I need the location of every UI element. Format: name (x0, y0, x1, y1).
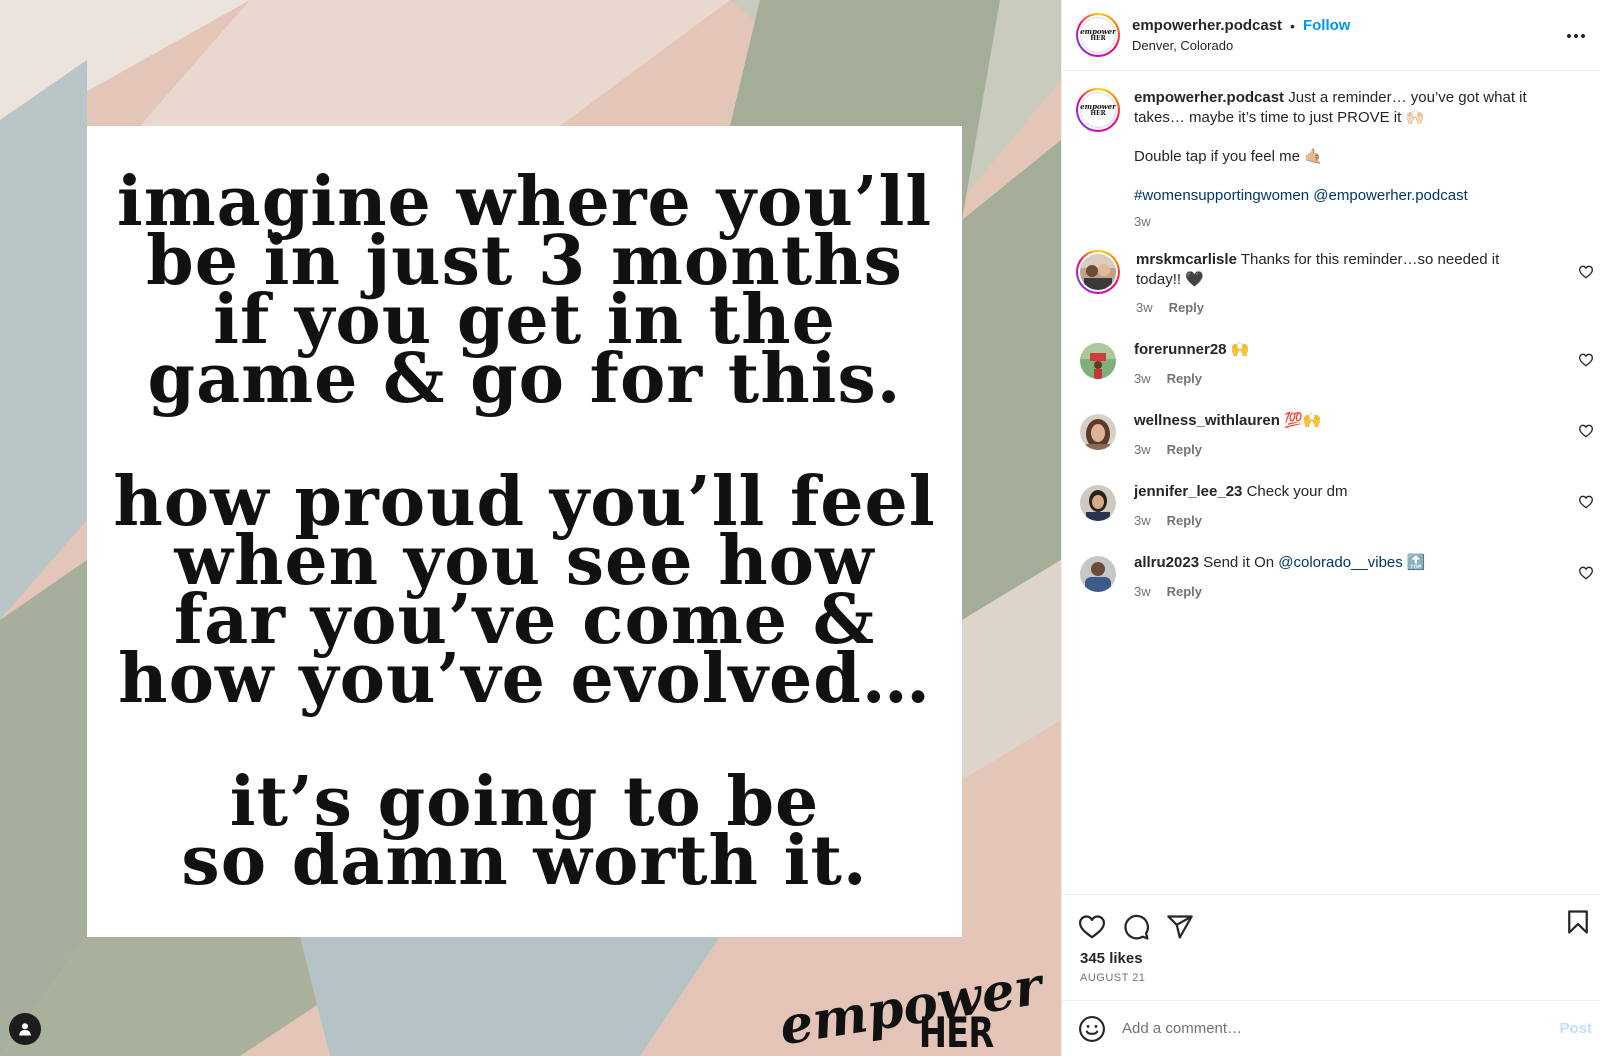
brand-logo-word: HER (918, 1008, 993, 1056)
emoji-icon[interactable] (1078, 1015, 1106, 1043)
quote-line: game & go for this. (147, 338, 902, 419)
timestamp[interactable]: 3w (1134, 212, 1151, 232)
quote-stanza: how proud you’ll feel when you see how f… (113, 468, 935, 719)
comment-text: Send it On (1203, 554, 1275, 571)
post-date[interactable]: AUGUST 21 (1062, 972, 1600, 984)
like-comment-icon[interactable] (1578, 423, 1594, 439)
avatar[interactable] (1080, 343, 1116, 379)
post-caption: empower HER empowerher.podcast Just a re… (1062, 72, 1600, 232)
comment-username[interactable]: jennifer_lee_23 (1134, 483, 1242, 500)
avatar-logo-text: empower (1080, 27, 1116, 36)
comment-text: Check your dm (1246, 483, 1348, 500)
comment-time[interactable]: 3w (1134, 511, 1151, 531)
comment-input[interactable] (1122, 1020, 1532, 1037)
avatar-photo (1080, 414, 1116, 450)
like-comment-icon[interactable] (1578, 264, 1594, 280)
likes-count[interactable]: 345 likes (1062, 950, 1600, 967)
mention-link[interactable]: @empowerher.podcast (1313, 187, 1467, 204)
like-comment-icon[interactable] (1578, 352, 1594, 368)
comment-item: mrskmcarlisle Thanks for this reminder…s… (1062, 250, 1600, 318)
reply-button[interactable]: Reply (1167, 511, 1202, 531)
more-options-icon (1567, 34, 1585, 38)
caption-text: Double tap if you feel me 🤙🏼 (1134, 148, 1323, 165)
caption-username[interactable]: empowerher.podcast (1134, 89, 1284, 106)
comment-username[interactable]: wellness_withlauren (1134, 412, 1280, 429)
heart-icon[interactable] (1078, 913, 1106, 941)
bookmark-icon[interactable] (1564, 908, 1592, 936)
more-options-button[interactable] (1564, 24, 1588, 48)
quote-line: so damn worth it. (181, 820, 868, 901)
share-icon[interactable] (1166, 913, 1194, 941)
comment-username[interactable]: mrskmcarlisle (1136, 251, 1237, 268)
quote-card: imagine where you’ll be in just 3 months… (87, 126, 962, 937)
location-link[interactable]: Denver, Colorado (1132, 38, 1350, 53)
avatar[interactable] (1080, 556, 1116, 592)
like-comment-icon[interactable] (1578, 565, 1594, 581)
avatar-photo (1080, 556, 1116, 592)
reply-button[interactable]: Reply (1167, 369, 1202, 389)
mention-link[interactable]: @colorado__vibes (1278, 554, 1402, 571)
post-comment-button[interactable]: Post (1559, 1020, 1592, 1037)
avatar[interactable] (1080, 414, 1116, 450)
like-comment-icon[interactable] (1578, 494, 1594, 510)
comments-list[interactable]: empower HER empowerher.podcast Just a re… (1062, 72, 1600, 894)
tagged-users-button[interactable] (9, 1013, 41, 1045)
add-comment-bar: Post (1062, 1000, 1600, 1056)
hashtag-link[interactable]: #womensupportingwomen (1134, 187, 1309, 204)
follow-button[interactable]: Follow (1303, 17, 1351, 34)
separator-dot: • (1290, 17, 1295, 34)
post-actions: 345 likes AUGUST 21 (1062, 894, 1600, 1000)
avatar-photo (1080, 485, 1116, 521)
comment-emoji: 🔝 (1406, 554, 1426, 571)
post-media[interactable]: imagine where you’ll be in just 3 months… (0, 0, 1061, 1056)
avatar-photo (1080, 254, 1116, 290)
post-side-panel: empower HER empowerher.podcast • Follow … (1061, 0, 1600, 1056)
quote-stanza: imagine where you’ll be in just 3 months… (117, 168, 932, 419)
avatar-logo: empower HER (1080, 92, 1116, 128)
post-header: empower HER empowerher.podcast • Follow … (1062, 0, 1600, 71)
comment-icon[interactable] (1122, 913, 1150, 941)
avatar[interactable] (1076, 250, 1120, 294)
reply-button[interactable]: Reply (1167, 440, 1202, 460)
comment-text: 💯🙌 (1284, 412, 1322, 429)
avatar-logo: empower HER (1080, 17, 1116, 53)
person-icon (19, 1023, 31, 1036)
comment-text: 🙌 (1230, 341, 1250, 358)
header-username[interactable]: empowerher.podcast (1132, 17, 1282, 34)
comment-time[interactable]: 3w (1134, 440, 1151, 460)
quote-line: how you’ve evolved… (118, 638, 931, 719)
avatar-logo-text: empower (1080, 102, 1116, 111)
avatar-logo-text: HER (1090, 35, 1106, 42)
reply-button[interactable]: Reply (1169, 298, 1204, 318)
avatar[interactable]: empower HER (1076, 88, 1120, 132)
comment-item: wellness_withlauren 💯🙌 3w Reply (1062, 411, 1600, 460)
comment-item: forerunner28 🙌 3w Reply (1062, 340, 1600, 389)
comment-time[interactable]: 3w (1136, 298, 1153, 318)
comment-item: jennifer_lee_23 Check your dm 3w Reply (1062, 482, 1600, 531)
comment-item: allru2023 Send it On @colorado__vibes 🔝 … (1062, 553, 1600, 602)
brand-logo: empower HER (775, 956, 1046, 1056)
avatar[interactable] (1080, 485, 1116, 521)
comment-username[interactable]: allru2023 (1134, 554, 1199, 571)
avatar-logo-text: HER (1090, 110, 1106, 117)
comment-time[interactable]: 3w (1134, 582, 1151, 602)
comment-time[interactable]: 3w (1134, 369, 1151, 389)
comment-username[interactable]: forerunner28 (1134, 341, 1227, 358)
reply-button[interactable]: Reply (1167, 582, 1202, 602)
quote-stanza: it’s going to be so damn worth it. (181, 768, 868, 901)
avatar[interactable]: empower HER (1076, 13, 1120, 57)
avatar-photo (1080, 343, 1116, 379)
